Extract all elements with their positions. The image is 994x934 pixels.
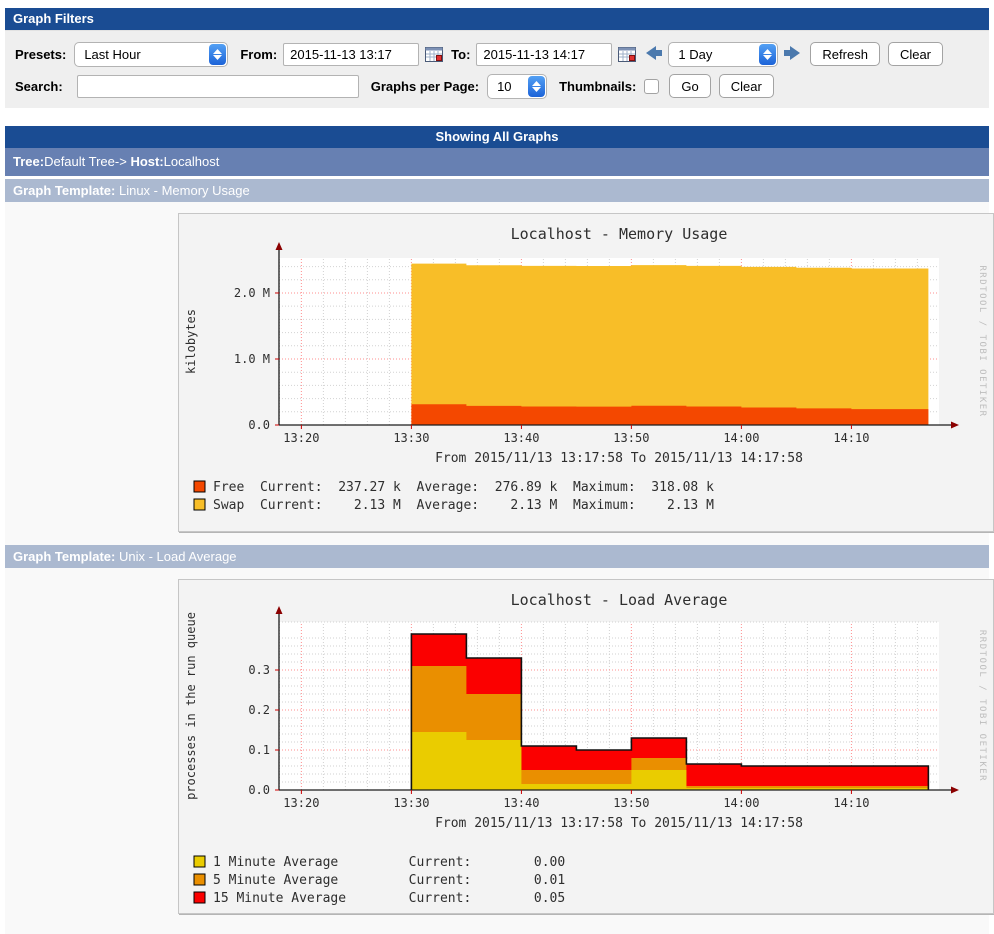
spacer bbox=[5, 108, 989, 126]
presets-label: Presets: bbox=[15, 47, 66, 62]
svg-text:1 Minute Average Curre: 1 Minute Average Current: 0.00 bbox=[213, 855, 565, 870]
graphs-per-page-value: 10 bbox=[488, 79, 527, 94]
showing-all-graphs-bar: Showing All Graphs bbox=[5, 126, 989, 148]
graphs-per-page-select[interactable]: 10 bbox=[487, 74, 547, 99]
stepper-icon bbox=[209, 44, 226, 65]
calendar-icon[interactable] bbox=[425, 46, 443, 62]
graph-template-bar-load: Graph Template: Unix - Load Average bbox=[5, 545, 989, 568]
svg-text:0.3: 0.3 bbox=[248, 663, 270, 677]
graph-template-label: Graph Template: bbox=[13, 183, 115, 198]
svg-text:14:10: 14:10 bbox=[833, 431, 869, 445]
refresh-button[interactable]: Refresh bbox=[810, 42, 880, 66]
svg-text:processes in the run queue: processes in the run queue bbox=[184, 612, 198, 800]
stepper-icon bbox=[759, 44, 776, 65]
search-input[interactable] bbox=[77, 75, 359, 98]
svg-text:14:00: 14:00 bbox=[723, 796, 759, 810]
shift-right-arrow-icon[interactable] bbox=[784, 45, 800, 64]
graphs-per-page-label: Graphs per Page: bbox=[371, 79, 479, 94]
load-average-graph[interactable]: 13:20 13:30 13:40 13:50 14:00 14:10 0.0 0.1 0.2 0… bbox=[179, 580, 991, 913]
thumbnails-checkbox[interactable] bbox=[644, 79, 659, 94]
thumbnails-label: Thumbnails: bbox=[559, 79, 636, 94]
shift-left-arrow-icon[interactable] bbox=[646, 45, 662, 64]
go-button[interactable]: Go bbox=[669, 74, 710, 98]
svg-text:0.1: 0.1 bbox=[248, 743, 270, 757]
tree-value[interactable]: Default Tree-> bbox=[44, 154, 130, 169]
clear-button[interactable]: Clear bbox=[888, 42, 943, 66]
svg-text:0.2: 0.2 bbox=[248, 703, 270, 717]
filter-row-1: Presets: Last Hour From: To: bbox=[5, 38, 989, 70]
svg-text:15 Minute Average Curre: 15 Minute Average Current: 0.05 bbox=[213, 891, 565, 906]
filter-row-2: Search: Graphs per Page: 10 Thumbnails: … bbox=[5, 70, 989, 102]
search-label: Search: bbox=[15, 79, 63, 94]
svg-text:0.0: 0.0 bbox=[248, 783, 270, 797]
graph-filters-title: Graph Filters bbox=[13, 11, 94, 26]
graphs-content: Graph Template: Linux - Memory Usage 13:… bbox=[5, 179, 989, 934]
svg-text:kilobytes: kilobytes bbox=[184, 309, 198, 374]
host-label: Host: bbox=[130, 154, 163, 169]
tree-label: Tree: bbox=[13, 154, 44, 169]
page: Graph Filters Presets: Last Hour From: T… bbox=[0, 0, 994, 934]
graph-filters-header: Graph Filters bbox=[5, 8, 989, 30]
graph-template-name: Unix - Load Average bbox=[119, 549, 237, 564]
to-label: To: bbox=[451, 47, 470, 62]
svg-text:From 2015/11/13 13:17:58 To 20: From 2015/11/13 13:17:58 To 2015/11/13 1… bbox=[435, 451, 803, 466]
clear-search-button[interactable]: Clear bbox=[719, 74, 774, 98]
svg-text:Swap Current: 2.13 M Aver: Swap Current: 2.13 M Average: 2.13 M Max… bbox=[213, 498, 714, 513]
svg-text:Localhost - Memory Usage: Localhost - Memory Usage bbox=[511, 225, 728, 243]
filter-panel: Presets: Last Hour From: To: bbox=[5, 30, 989, 108]
graph-template-bar-memory: Graph Template: Linux - Memory Usage bbox=[5, 179, 989, 202]
from-label: From: bbox=[240, 47, 277, 62]
svg-text:Localhost - Load Average: Localhost - Load Average bbox=[511, 591, 728, 609]
svg-text:13:50: 13:50 bbox=[613, 431, 649, 445]
svg-text:13:30: 13:30 bbox=[393, 431, 429, 445]
presets-select[interactable]: Last Hour bbox=[74, 42, 228, 67]
svg-text:14:10: 14:10 bbox=[833, 796, 869, 810]
showing-all-graphs-title: Showing All Graphs bbox=[435, 129, 558, 144]
timespan-select[interactable]: 1 Day bbox=[668, 42, 778, 67]
load-average-graph-panel[interactable]: 13:20 13:30 13:40 13:50 14:00 14:10 0.0 0.1 0.2 0… bbox=[178, 579, 994, 914]
svg-text:RRDTOOL / TOBI OETIKER: RRDTOOL / TOBI OETIKER bbox=[977, 265, 987, 417]
calendar-icon[interactable] bbox=[618, 46, 636, 62]
memory-usage-graph-panel[interactable]: 13:20 13:30 13:40 13:50 14:00 14:10 0.0 1.0 M 2.… bbox=[178, 213, 994, 532]
stepper-icon bbox=[528, 76, 545, 97]
timespan-select-value: 1 Day bbox=[669, 47, 758, 62]
svg-text:2.0 M: 2.0 M bbox=[234, 286, 270, 300]
svg-text:1.0 M: 1.0 M bbox=[234, 352, 270, 366]
svg-text:Free Current: 237.27 k Aver: Free Current: 237.27 k Average: 276.89 k… bbox=[213, 480, 714, 495]
svg-text:13:20: 13:20 bbox=[283, 431, 319, 445]
svg-text:13:40: 13:40 bbox=[503, 796, 539, 810]
tree-breadcrumb-bar: Tree:Default Tree-> Host:Localhost bbox=[5, 148, 989, 176]
svg-text:0.0: 0.0 bbox=[248, 418, 270, 432]
host-value[interactable]: Localhost bbox=[164, 154, 220, 169]
svg-text:13:50: 13:50 bbox=[613, 796, 649, 810]
svg-text:13:30: 13:30 bbox=[393, 796, 429, 810]
graph-template-label: Graph Template: bbox=[13, 549, 115, 564]
svg-text:5 Minute Average Curre: 5 Minute Average Current: 0.01 bbox=[213, 873, 565, 888]
graph-template-name: Linux - Memory Usage bbox=[119, 183, 250, 198]
svg-text:14:00: 14:00 bbox=[723, 431, 759, 445]
presets-select-value: Last Hour bbox=[75, 47, 208, 62]
from-date-input[interactable] bbox=[283, 43, 419, 66]
svg-text:RRDTOOL / TOBI OETIKER: RRDTOOL / TOBI OETIKER bbox=[977, 630, 987, 782]
svg-text:13:40: 13:40 bbox=[503, 431, 539, 445]
svg-text:From 2015/11/13 13:17:58 To 20: From 2015/11/13 13:17:58 To 2015/11/13 1… bbox=[435, 816, 803, 831]
memory-usage-graph[interactable]: 13:20 13:30 13:40 13:50 14:00 14:10 0.0 1.0 M 2.… bbox=[179, 214, 991, 531]
svg-text:13:20: 13:20 bbox=[283, 796, 319, 810]
to-date-input[interactable] bbox=[476, 43, 612, 66]
